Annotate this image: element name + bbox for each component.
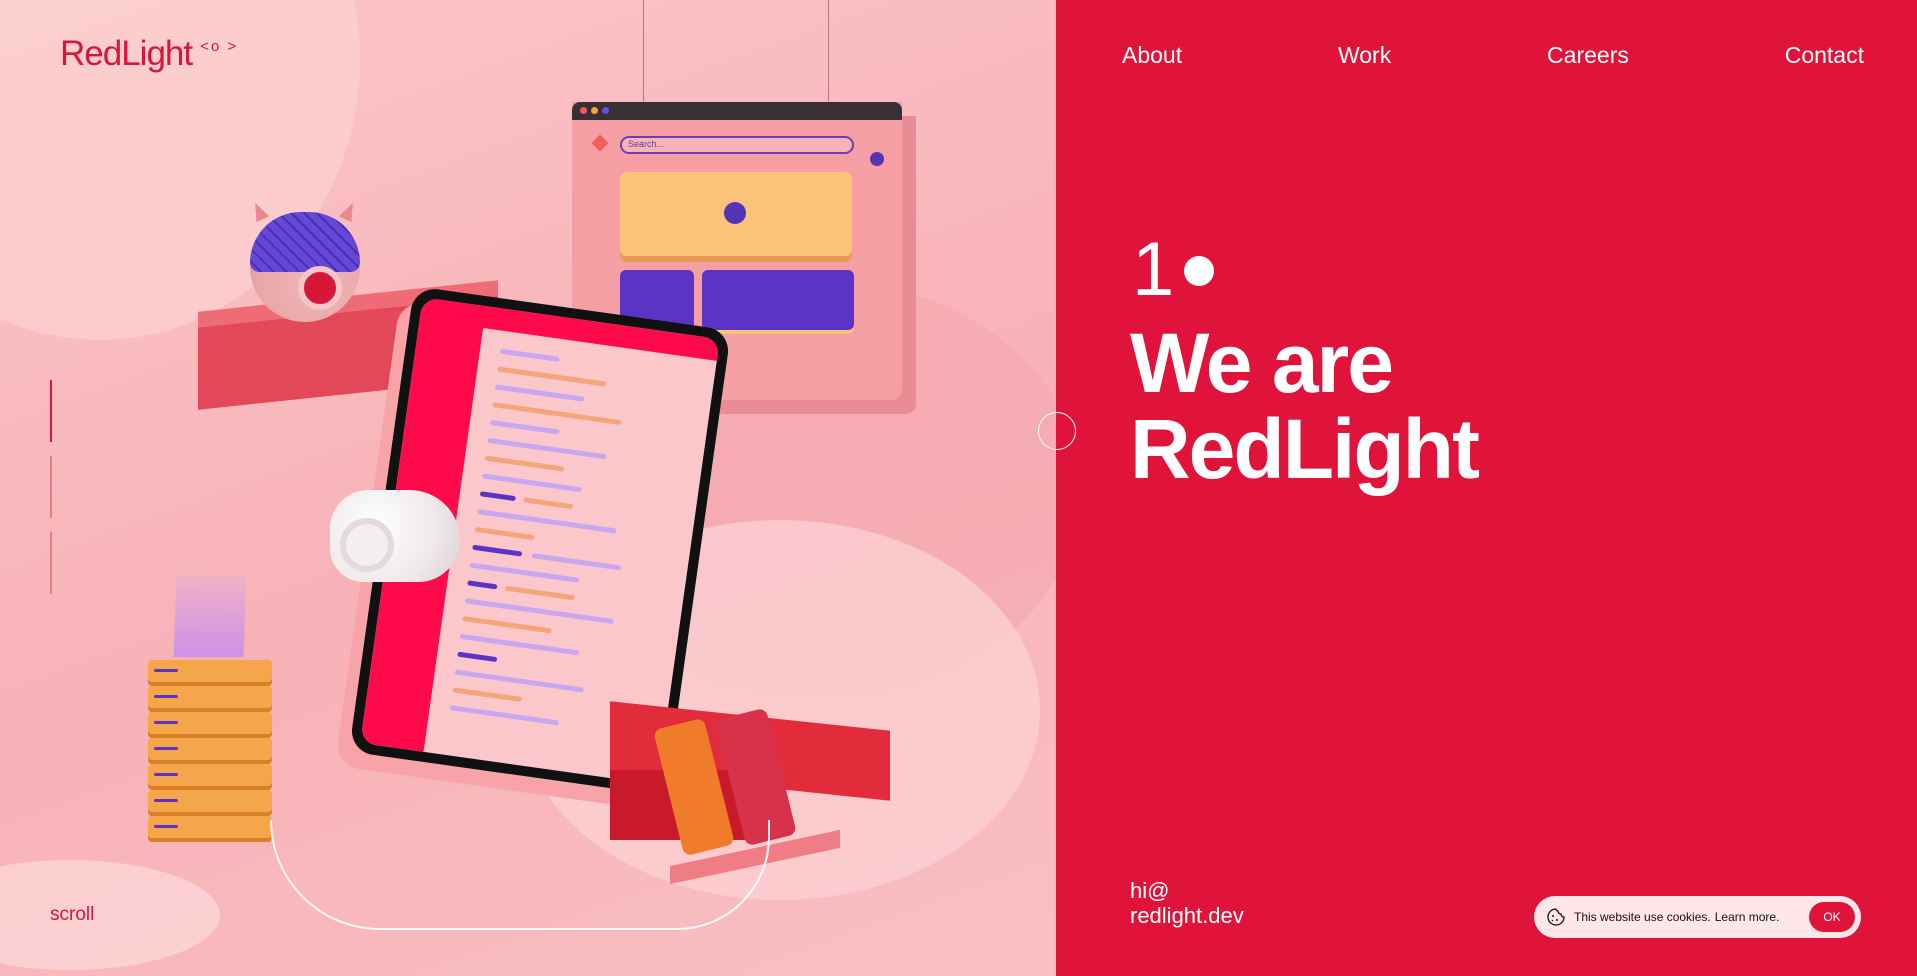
code-line (489, 419, 560, 435)
hero-title-line: We are (1130, 316, 1394, 410)
server-led (154, 695, 178, 698)
server-unit (148, 712, 272, 734)
code-line (482, 473, 582, 493)
server-led (154, 721, 178, 724)
browser-hero-card (620, 172, 852, 256)
nav-contact[interactable]: Contact (1785, 42, 1864, 69)
logo-link[interactable]: RedLight <o > (60, 34, 238, 74)
section-number-value: 1 (1132, 227, 1175, 312)
scroll-label[interactable]: scroll (50, 904, 94, 926)
hologram-glow (173, 575, 247, 657)
server-unit (148, 764, 272, 786)
scroll-segment-active (50, 380, 52, 442)
code-line (497, 366, 607, 387)
cookie-icon (1547, 908, 1565, 926)
section-number: 1 (1132, 227, 1215, 312)
code-line (523, 497, 574, 510)
server-unit (148, 686, 272, 708)
eye-creature (248, 199, 360, 322)
cookie-banner: This website use cookies. Learn more. OK (1534, 896, 1861, 938)
code-line (459, 633, 580, 656)
scroll-segment (50, 532, 52, 594)
code-line (462, 615, 552, 634)
horn-icon (338, 199, 360, 223)
code-line (487, 437, 607, 460)
slide-indicator-circle (1038, 412, 1076, 450)
logo: RedLight (60, 34, 193, 73)
code-line (467, 580, 498, 590)
avatar-icon (870, 152, 884, 166)
server-unit (148, 816, 272, 838)
diamond-icon (591, 134, 609, 152)
cookie-learn-more-link[interactable]: Learn more. (1715, 910, 1780, 924)
server-unit (148, 660, 272, 682)
hero-title: We are RedLight (1130, 316, 1480, 496)
window-dot (602, 107, 609, 114)
email-line: redlight.dev (1130, 903, 1244, 928)
server-led (154, 799, 178, 802)
hero-panel: About Work Careers Contact 1 We are RedL… (1038, 0, 1917, 976)
server-led (154, 773, 178, 776)
code-line (504, 585, 575, 601)
code-line (469, 562, 580, 583)
code-line (499, 348, 560, 362)
eye-iris (298, 266, 342, 310)
scroll-indicator[interactable] (49, 380, 53, 595)
code-line (479, 491, 516, 502)
code-line (492, 402, 622, 426)
code-line (531, 553, 622, 571)
contact-email-link[interactable]: hi@ redlight.dev (1130, 878, 1244, 928)
hero-title-line: RedLight (1130, 402, 1480, 496)
window-dot (580, 107, 587, 114)
scroll-segment (50, 456, 52, 518)
code-line (454, 669, 585, 693)
code-line (484, 455, 565, 472)
bg-blob (0, 860, 220, 970)
cable (270, 820, 770, 930)
browser-titlebar (572, 102, 902, 120)
code-line (472, 544, 523, 557)
hero-illustration: RedLight <o > Search... scroll (0, 0, 1056, 976)
circle-icon (724, 202, 746, 224)
nav-about[interactable]: About (1122, 42, 1182, 69)
server-unit (148, 790, 272, 812)
cookie-ok-button[interactable]: OK (1809, 902, 1855, 932)
server-unit (148, 738, 272, 760)
hanging-wire (828, 0, 829, 118)
dot-icon (1184, 256, 1215, 286)
server-led (154, 747, 178, 750)
code-line (457, 651, 498, 663)
code-line (474, 526, 535, 541)
server-led (154, 825, 178, 828)
code-line (452, 687, 523, 702)
nav-careers[interactable]: Careers (1547, 42, 1629, 69)
browser-sub-card (702, 270, 854, 330)
logo-mark: <o > (200, 38, 239, 55)
glove-cuff (340, 518, 394, 572)
main-nav: About Work Careers Contact (1122, 42, 1864, 69)
hanging-wire (643, 0, 644, 104)
email-line: hi@ (1130, 878, 1170, 903)
browser-search-illustration: Search... (620, 136, 854, 154)
cookie-text: This website use cookies. (1574, 910, 1711, 924)
server-led (154, 669, 178, 672)
code-line (494, 384, 585, 402)
code-line (449, 705, 560, 726)
nav-work[interactable]: Work (1338, 42, 1391, 69)
window-dot (591, 107, 598, 114)
